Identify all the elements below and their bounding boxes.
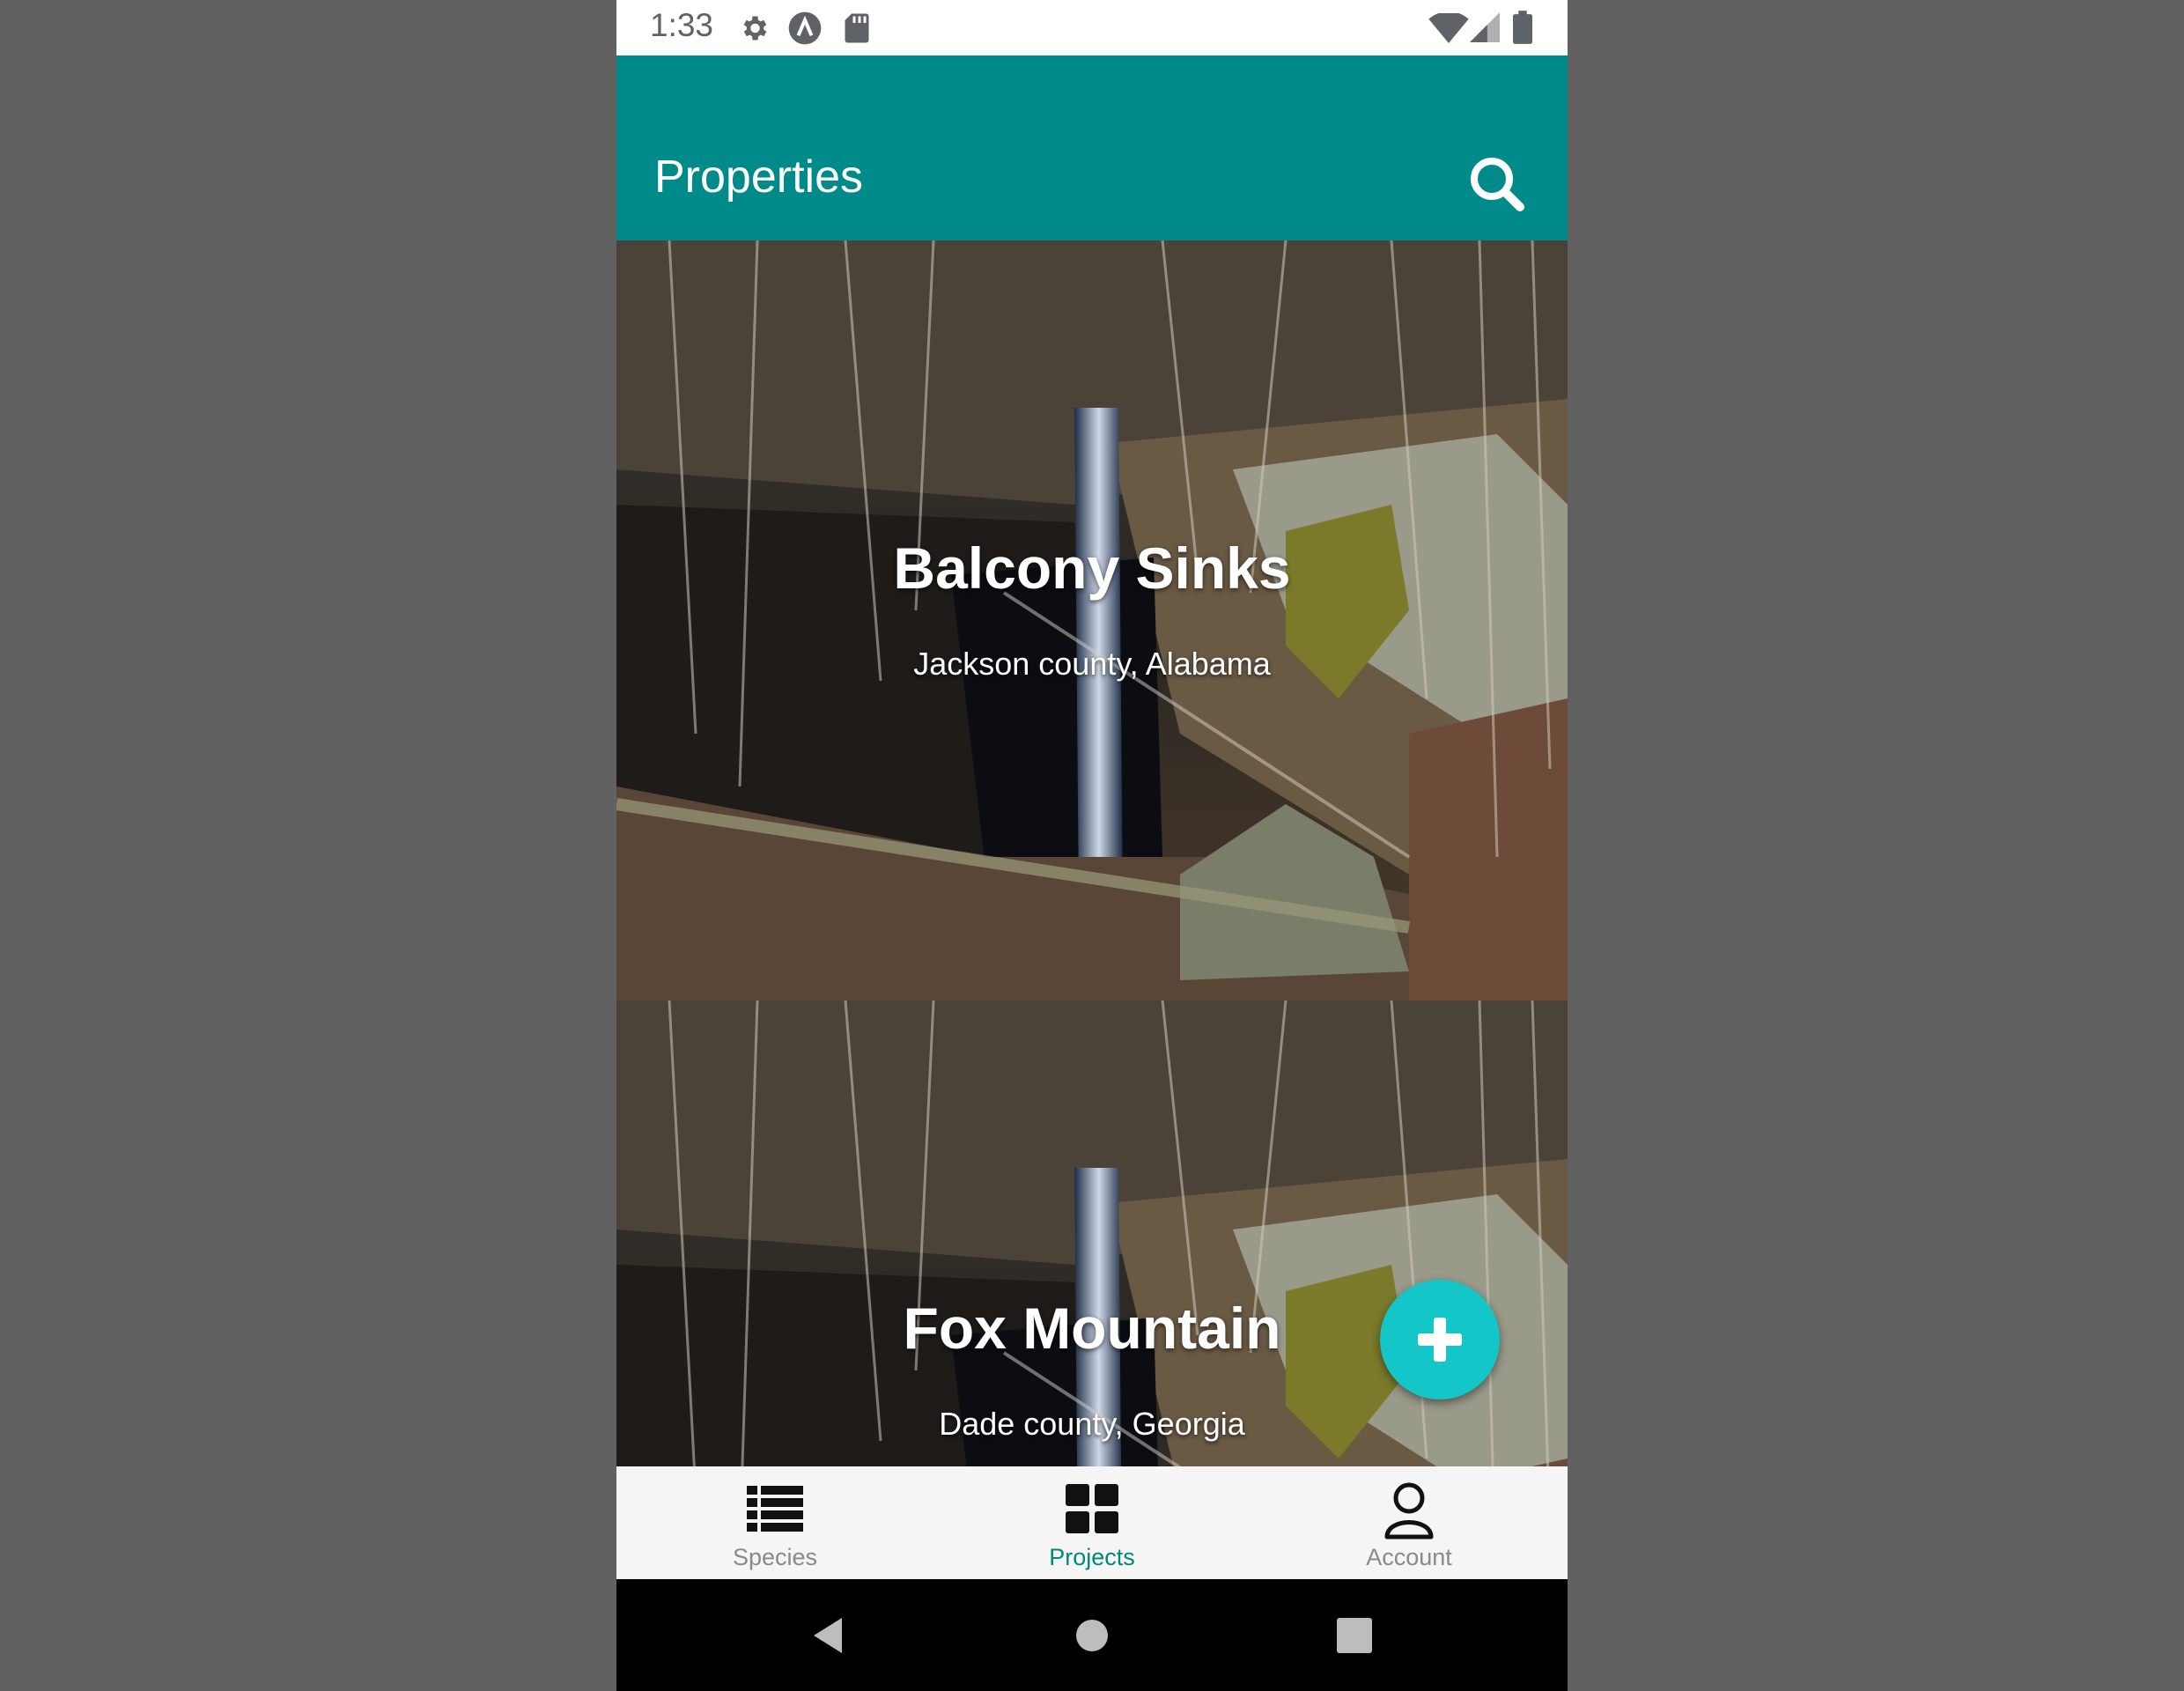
battery-icon bbox=[1513, 11, 1532, 44]
nav-label-account: Account bbox=[1366, 1544, 1452, 1570]
person-icon bbox=[1384, 1482, 1434, 1540]
back-icon bbox=[814, 1618, 842, 1653]
system-navigation-bar bbox=[616, 1579, 1568, 1691]
property-photo bbox=[616, 240, 1568, 1001]
bottom-navigation: Species Projects Account bbox=[616, 1466, 1568, 1579]
sync-icon bbox=[788, 11, 822, 45]
wifi-icon bbox=[1428, 13, 1469, 43]
property-name: Balcony Sinks bbox=[893, 535, 1291, 601]
system-recents-button[interactable] bbox=[1326, 1607, 1383, 1664]
grid-icon bbox=[1066, 1484, 1118, 1533]
search-button[interactable] bbox=[1462, 148, 1532, 218]
search-icon bbox=[1471, 158, 1524, 211]
sd-card-icon bbox=[845, 13, 869, 43]
recents-icon bbox=[1337, 1618, 1372, 1653]
system-home-button[interactable] bbox=[1064, 1607, 1120, 1664]
plus-icon bbox=[1418, 1318, 1462, 1362]
settings-icon bbox=[743, 16, 767, 41]
app-bar: Properties bbox=[616, 55, 1568, 240]
nav-label-species: Species bbox=[732, 1544, 818, 1570]
status-bar: 1:33 bbox=[616, 0, 1568, 55]
page-title: Properties bbox=[654, 151, 863, 203]
list-icon bbox=[747, 1486, 803, 1532]
nav-item-projects[interactable]: Projects bbox=[933, 1466, 1251, 1579]
home-icon bbox=[1076, 1620, 1108, 1651]
signal-icon bbox=[1470, 12, 1500, 42]
phone-screen: 1:33 Properties Balcony Sinks Jackson co… bbox=[616, 0, 1568, 1691]
property-location: Dade county, Georgia bbox=[939, 1406, 1245, 1442]
nav-item-account[interactable]: Account bbox=[1251, 1466, 1568, 1579]
system-back-button[interactable] bbox=[801, 1607, 858, 1664]
add-property-button[interactable] bbox=[1380, 1280, 1500, 1399]
nav-item-species[interactable]: Species bbox=[616, 1466, 933, 1579]
nav-label-projects: Projects bbox=[1049, 1544, 1135, 1570]
property-location: Jackson county, Alabama bbox=[913, 646, 1271, 682]
property-card[interactable]: Balcony Sinks Jackson county, Alabama bbox=[616, 240, 1568, 1001]
status-time: 1:33 bbox=[650, 7, 714, 43]
